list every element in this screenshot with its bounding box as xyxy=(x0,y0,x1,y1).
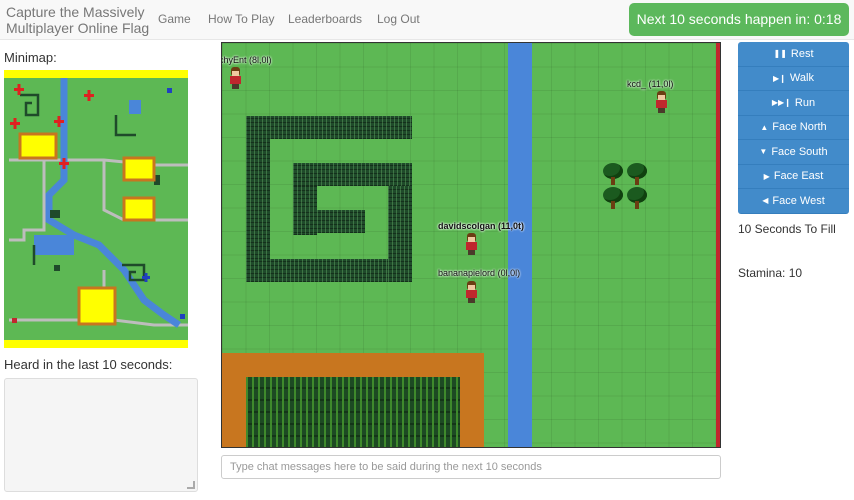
rest-button[interactable]: ❚❚ Rest xyxy=(738,42,849,67)
resize-grip-icon[interactable] xyxy=(187,481,195,489)
hedge xyxy=(293,163,412,186)
chat-input[interactable] xyxy=(221,455,721,479)
walk-button[interactable]: ▶❙ Walk xyxy=(738,66,849,91)
nav-leaderboards[interactable]: Leaderboards xyxy=(288,12,362,26)
heard-messages-box[interactable] xyxy=(4,378,198,492)
red-boundary xyxy=(716,43,720,447)
chevron-left-icon: ◀ xyxy=(762,196,769,206)
brand-title[interactable]: Capture the Massively Multiplayer Online… xyxy=(6,4,156,36)
step-forward-icon: ▶❙ xyxy=(773,73,786,83)
player-avatar-self[interactable] xyxy=(464,233,478,255)
run-button[interactable]: ▶▶❙ Run xyxy=(738,91,849,116)
fast-forward-icon: ▶▶❙ xyxy=(771,98,791,108)
player-label: kcd_ (11,0l) xyxy=(627,79,674,89)
minimap-graphic xyxy=(4,70,188,348)
tree xyxy=(602,187,624,209)
player-avatar[interactable] xyxy=(464,281,478,303)
tree xyxy=(602,163,624,185)
chevron-right-icon: ▶ xyxy=(763,171,770,181)
player-label: bananapielord (0l,0l) xyxy=(438,268,521,278)
tree xyxy=(626,187,648,209)
chevron-down-icon: ▼ xyxy=(759,147,768,157)
hedge xyxy=(388,186,412,282)
timer-value: 0:18 xyxy=(814,11,842,27)
chevron-up-icon: ▲ xyxy=(760,122,769,132)
fill-label: 10 Seconds To Fill xyxy=(738,222,836,236)
tree xyxy=(626,163,648,185)
river xyxy=(508,43,532,447)
player-label-self: davidscolgan (11,0t) xyxy=(438,221,525,231)
minimap-label: Minimap: xyxy=(4,50,57,65)
player-avatar[interactable] xyxy=(228,67,242,89)
nav-log-out[interactable]: Log Out xyxy=(377,12,420,26)
game-map[interactable]: AnarchyEnt (8l,0l) kcd_ (11,0l) davidsco… xyxy=(221,42,721,448)
minimap[interactable] xyxy=(4,70,188,348)
face-west-button[interactable]: ◀ Face West xyxy=(738,189,849,214)
crop-field xyxy=(246,377,460,447)
timer-label: Next 10 seconds happen in: xyxy=(636,11,811,27)
action-controls: ❚❚ Rest ▶❙ Walk ▶▶❙ Run ▲ Face North ▼ Face S… xyxy=(738,42,849,214)
face-east-button[interactable]: ▶ Face East xyxy=(738,164,849,189)
stamina-label: Stamina: 10 xyxy=(738,266,803,280)
turn-timer: Next 10 seconds happen in: 0:18 xyxy=(629,3,849,36)
player-label: AnarchyEnt (8l,0l) xyxy=(222,55,272,65)
hedge xyxy=(246,116,412,139)
face-south-button[interactable]: ▼ Face South xyxy=(738,140,849,165)
nav-game[interactable]: Game xyxy=(158,12,191,26)
player-avatar[interactable] xyxy=(654,91,668,113)
nav-how-to-play[interactable]: How To Play xyxy=(208,12,274,26)
pause-icon: ❚❚ xyxy=(773,49,787,59)
heard-label: Heard in the last 10 seconds: xyxy=(4,357,173,372)
face-north-button[interactable]: ▲ Face North xyxy=(738,115,849,140)
hedge xyxy=(246,139,270,279)
hedge xyxy=(293,210,365,233)
navbar: Capture the Massively Multiplayer Online… xyxy=(0,0,854,40)
